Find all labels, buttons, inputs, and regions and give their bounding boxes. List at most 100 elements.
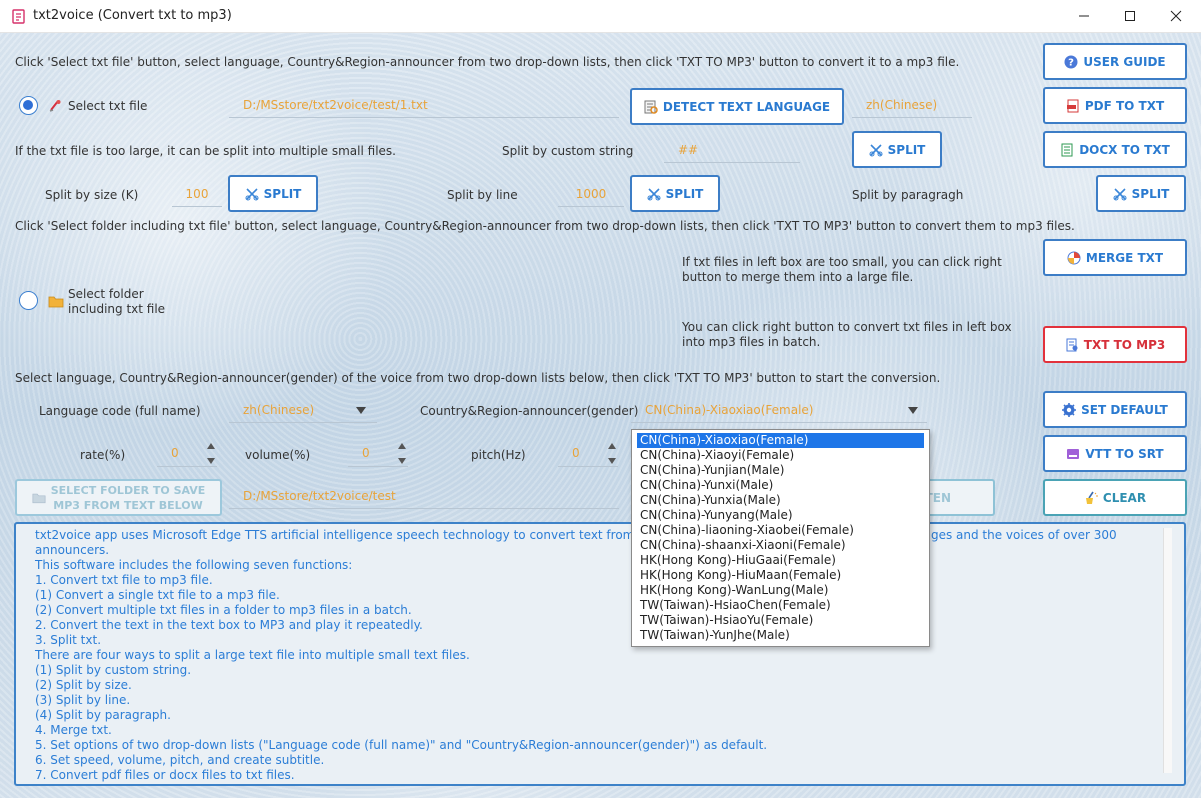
txt-to-mp3-button[interactable]: TXT TO MP3 <box>1043 326 1187 363</box>
vtt-to-srt-label: VTT TO SRT <box>1085 446 1164 461</box>
announcer-option[interactable]: HK(Hong Kong)-HiuGaai(Female) <box>637 553 924 568</box>
announcer-option[interactable]: CN(China)-liaoning-Xiaobei(Female) <box>637 523 924 538</box>
detect-language-button[interactable]: DETECT TEXT LANGUAGE <box>630 88 844 125</box>
announcer-option[interactable]: HK(Hong Kong)-HiuMaan(Female) <box>637 568 924 583</box>
close-icon <box>1170 10 1182 22</box>
announcer-option[interactable]: CN(China)-Yunxia(Male) <box>637 493 924 508</box>
text-line: (3) Split by line. <box>35 693 131 707</box>
announcer-option[interactable]: TW(Taiwan)-HsiaoChen(Female) <box>637 598 924 613</box>
merge-txt-button[interactable]: MERGE TXT <box>1043 239 1187 276</box>
volume-down-icon[interactable] <box>398 458 406 464</box>
split-paragraph-label-text: SPLIT <box>1131 186 1170 201</box>
rate-value: 0 <box>171 446 179 460</box>
broom-icon <box>1085 491 1098 504</box>
split-icon <box>647 187 661 200</box>
volume-stepper[interactable]: 0 <box>348 441 408 467</box>
split-size-button[interactable]: SPLIT <box>228 175 318 212</box>
merge-hint-2: button to merge them into a large file. <box>682 270 914 284</box>
rate-stepper[interactable]: 0 <box>157 441 217 467</box>
text-line: 7. Convert pdf files or docx files to tx… <box>35 768 295 782</box>
set-default-label: SET DEFAULT <box>1081 402 1168 417</box>
pitch-up-icon[interactable] <box>608 443 616 449</box>
language-select[interactable]: zh(Chinese) <box>229 399 377 423</box>
vtt-to-srt-button[interactable]: VTT TO SRT <box>1043 435 1187 472</box>
txt-to-mp3-label: TXT TO MP3 <box>1083 337 1166 352</box>
split-custom-label: Split by custom string <box>502 144 634 158</box>
pitch-stepper[interactable]: 0 <box>558 441 618 467</box>
select-save-folder-button[interactable]: SELECT FOLDER TO SAVE MP3 FROM TEXT BELO… <box>15 479 222 516</box>
split-paragraph-button[interactable]: SPLIT <box>1096 175 1186 212</box>
announcer-option[interactable]: CN(China)-Xiaoyi(Female) <box>637 448 924 463</box>
announcer-dropdown-arrow[interactable] <box>908 407 918 414</box>
language-dropdown-arrow[interactable] <box>356 407 366 414</box>
instruction-folder: Click 'Select folder including txt file'… <box>15 219 1075 233</box>
split-size-label-text: SPLIT <box>263 186 302 201</box>
select-folder-label-2[interactable]: including txt file <box>68 302 165 316</box>
subtitle-icon <box>1067 448 1080 459</box>
rate-up-icon[interactable] <box>207 443 215 449</box>
announcer-option[interactable]: TW(Taiwan)-YunJhe(Male) <box>637 628 924 643</box>
user-guide-label: USER GUIDE <box>1083 54 1166 69</box>
select-file-label[interactable]: Select txt file <box>68 99 147 113</box>
detected-language-field: zh(Chinese) <box>852 94 972 118</box>
detect-language-label: DETECT TEXT LANGUAGE <box>662 99 831 114</box>
text-line: 5. Set options of two drop-down lists ("… <box>35 738 768 752</box>
text-line: 2. Convert the text in the text box to M… <box>35 618 423 632</box>
select-folder-radio[interactable] <box>19 291 38 310</box>
select-file-radio[interactable] <box>19 96 38 115</box>
split-size-field[interactable]: 100 <box>172 183 222 207</box>
announcer-option[interactable]: HK(Hong Kong)-WanLung(Male) <box>637 583 924 598</box>
announcer-dropdown-list[interactable]: CN(China)-Xiaoxiao(Female) CN(China)-Xiao… <box>631 429 930 647</box>
split-custom-button[interactable]: SPLIT <box>852 131 942 168</box>
text-line: (1) Split by custom string. <box>35 663 192 677</box>
text-line-1-tail: uages and the voices of over 300 <box>916 528 1117 542</box>
pitch-label: pitch(Hz) <box>471 448 526 462</box>
split-line-label-text: SPLIT <box>665 186 704 201</box>
save-folder-label-2: MP3 FROM TEXT BELOW <box>53 498 203 512</box>
help-icon: ? <box>1064 55 1078 68</box>
announcer-option[interactable]: CN(China)-Yunyang(Male) <box>637 508 924 523</box>
docx-to-txt-button[interactable]: DOCX TO TXT <box>1043 131 1187 168</box>
user-guide-button[interactable]: ? USER GUIDE <box>1043 43 1187 80</box>
convert-hint-2: into mp3 files in batch. <box>682 335 821 349</box>
split-icon <box>245 187 259 200</box>
close-button[interactable] <box>1153 0 1199 32</box>
text-area-scrollbar[interactable] <box>1163 528 1172 773</box>
text-area[interactable]: uages and the voices of over 300 txt2voi… <box>14 522 1186 786</box>
text-line: This software includes the following sev… <box>35 558 353 572</box>
pitch-value: 0 <box>572 446 580 460</box>
rate-down-icon[interactable] <box>207 458 215 464</box>
detect-icon <box>644 100 658 114</box>
text-line: (1) Convert a single txt file to a mp3 f… <box>35 588 280 602</box>
instruction-file: Click 'Select txt file' button, select l… <box>15 55 960 69</box>
text-line: 4. Merge txt. <box>35 723 112 737</box>
volume-up-icon[interactable] <box>398 443 406 449</box>
pdf-to-txt-button[interactable]: PDF TO TXT <box>1043 87 1187 124</box>
instruction-voice: Select language, Country&Region-announce… <box>15 371 941 385</box>
split-size-label: Split by size (K) <box>45 188 139 202</box>
pitch-down-icon[interactable] <box>608 458 616 464</box>
announcer-option[interactable]: CN(China)-Yunjian(Male) <box>637 463 924 478</box>
text-line: 6. Set speed, volume, pitch, and create … <box>35 753 325 767</box>
file-path-field[interactable]: D:/MSstore/txt2voice/test/1.txt <box>229 94 619 118</box>
title-bar: txt2voice (Convert txt to mp3) <box>0 0 1201 33</box>
file-icon <box>49 100 61 112</box>
clear-button[interactable]: CLEAR <box>1043 479 1187 516</box>
minimize-button[interactable] <box>1061 0 1107 32</box>
split-line-button[interactable]: SPLIT <box>630 175 720 212</box>
select-folder-label-1[interactable]: Select folder <box>68 287 144 301</box>
gear-icon <box>1062 402 1077 417</box>
announcer-select[interactable]: CN(China)-Xiaoxiao(Female) <box>631 399 927 423</box>
maximize-button[interactable] <box>1107 0 1153 32</box>
set-default-button[interactable]: SET DEFAULT <box>1043 391 1187 428</box>
rate-label: rate(%) <box>80 448 126 462</box>
volume-value: 0 <box>362 446 370 460</box>
split-custom-field[interactable]: ## <box>664 139 800 163</box>
split-line-field[interactable]: 1000 <box>558 183 624 207</box>
announcer-option[interactable]: CN(China)-Xiaoxiao(Female) <box>637 433 924 448</box>
split-hint: If the txt file is too large, it can be … <box>15 144 396 158</box>
announcer-option[interactable]: CN(China)-Yunxi(Male) <box>637 478 924 493</box>
save-path-field[interactable]: D:/MSstore/txt2voice/test <box>229 485 619 509</box>
announcer-option[interactable]: CN(China)-shaanxi-Xiaoni(Female) <box>637 538 924 553</box>
announcer-option[interactable]: TW(Taiwan)-HsiaoYu(Female) <box>637 613 924 628</box>
